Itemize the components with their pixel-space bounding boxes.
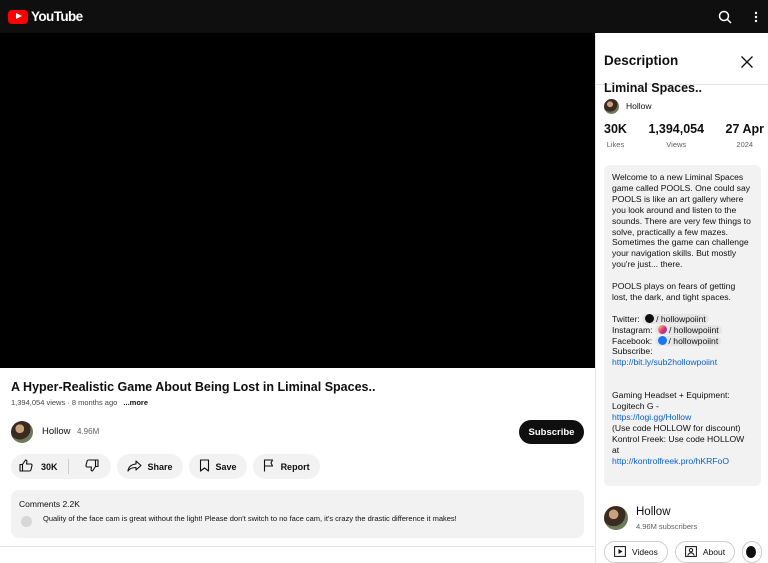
bookmark-icon [199,459,210,474]
report-label: Report [280,461,310,472]
gear-text: Gaming Headset + Equipment: Logitech G - [612,390,730,411]
upload-age: 8 months ago [71,398,118,407]
like-dislike-group: 30K [11,454,111,479]
channel-card-subs: 4.96M subscribers [636,522,698,531]
facebook-logo-icon [657,335,667,345]
stat-label: 2024 [736,140,754,149]
search-icon[interactable] [718,10,732,24]
top-comment-text: Quality of the face cam is great without… [43,514,457,523]
about-label: About [702,547,726,557]
stat-value: 27 Apr [725,122,764,136]
twitter-link[interactable]: / hollowpoiint [642,313,709,324]
profile-card-icon [684,545,697,559]
subscribe-line: Subscribe: [612,346,653,357]
video-player[interactable] [0,33,595,368]
logo-text: YouTube [31,9,83,24]
divider [0,546,595,547]
description-paragraph: Welcome to a new Liminal Spaces game cal… [612,172,751,270]
panel-channel-name[interactable]: Hollow [626,101,652,111]
facebook-link[interactable]: / hollowpoiint [654,335,722,346]
panel-header: Description [596,33,768,85]
logitech-link[interactable]: https://logi.gg/Hollow [612,412,753,423]
instagram-link[interactable]: / hollowpoiint [655,324,722,335]
description-paragraph: POOLS plays on fears of getting lost, th… [612,281,736,302]
commenter-avatar [21,516,32,527]
stat-likes: 30K Likes [604,122,627,149]
stat-value: 1,394,054 [648,122,705,136]
instagram-line: Instagram: / hollowpoiint [612,324,753,336]
share-label: Share [147,461,173,472]
channel-card-name[interactable]: Hollow [636,506,671,518]
facebook-label: Facebook: [612,335,653,346]
facebook-line: Facebook: / hollowpoiint [612,335,753,347]
dislike-button[interactable] [75,459,111,474]
channel-card-buttons: Videos About [604,541,763,563]
save-label: Save [215,461,237,472]
subscribe-button[interactable]: Subscribe [519,420,584,444]
channel-subscriber-count: 4.96M [77,427,100,436]
thumbs-up-icon [19,459,33,474]
stat-value: 30K [604,122,627,136]
thumbs-down-icon [84,459,99,474]
videos-label: Videos [632,547,658,557]
facebook-handle: / hollowpoiint [668,335,719,346]
twitter-line: Twitter: / hollowpoiint [612,313,753,325]
twitter-label: Twitter: [612,313,640,324]
video-stats: 30K Likes 1,394,054 Views 27 Apr 2024 [604,122,764,149]
x-social-button[interactable] [742,541,763,563]
share-button[interactable]: Share [116,454,183,479]
x-logo-icon [645,313,655,323]
twitter-handle: / hollowpoiint [656,313,706,324]
action-bar: 30K Share Save Report [11,454,320,479]
x-logo-icon [746,546,757,558]
instagram-handle: / hollowpoiint [669,324,719,335]
like-count: 30K [41,461,58,472]
comments-teaser[interactable]: Comments 2.2K Quality of the face cam is… [11,490,584,538]
report-button[interactable]: Report [252,454,320,479]
video-meta: 1,394,054 views · 8 months ago ...more [11,398,149,407]
share-icon [126,459,142,474]
youtube-play-logo-icon [8,9,28,24]
flag-icon [263,459,275,474]
video-title: A Hyper-Realistic Game About Being Lost … [11,380,376,394]
channel-card: Hollow 4.96M subscribers [604,506,764,532]
logitech-code-text: (Use code HOLLOW for discount) [612,422,741,433]
close-icon[interactable] [740,55,754,74]
panel-title: Description [604,53,679,68]
channel-row: Hollow 4.96M Subscribe [11,419,584,445]
panel-video-title: Liminal Spaces.. [604,81,702,95]
channel-card-avatar[interactable] [604,506,628,530]
video-play-icon [614,545,626,559]
subscribe-link[interactable]: http://bit.ly/sub2hollowpoiint [612,357,753,368]
channel-avatar[interactable] [11,421,33,443]
instagram-label: Instagram: [612,324,653,335]
description-panel: Description Liminal Spaces.. Hollow 30K … [595,33,768,563]
description-text: Welcome to a new Liminal Spaces game cal… [604,165,761,486]
more-link[interactable]: ...more [123,398,148,407]
stat-label: Likes [606,140,625,149]
stat-date: 27 Apr 2024 [726,122,764,149]
about-button[interactable]: About [674,541,736,563]
kontrol-link[interactable]: http://kontrolfreek.pro/hKRFoO [612,456,753,467]
kontrol-text: Kontrol Freek: Use code HOLLOW at [612,433,745,455]
channel-name[interactable]: Hollow [42,426,71,437]
videos-button[interactable]: Videos [604,541,668,563]
more-vert-icon[interactable] [754,11,758,23]
save-button[interactable]: Save [188,454,247,479]
panel-channel-avatar[interactable] [604,99,619,114]
youtube-logo[interactable]: YouTube [8,9,83,24]
instagram-logo-icon [658,324,667,334]
comments-count: Comments 2.2K [19,499,80,509]
stat-views: 1,394,054 Views [648,122,704,149]
top-bar: YouTube [0,0,768,33]
view-count: 1,394,054 views [11,398,66,407]
stat-label: Views [666,140,687,149]
like-button[interactable]: 30K [11,459,69,474]
